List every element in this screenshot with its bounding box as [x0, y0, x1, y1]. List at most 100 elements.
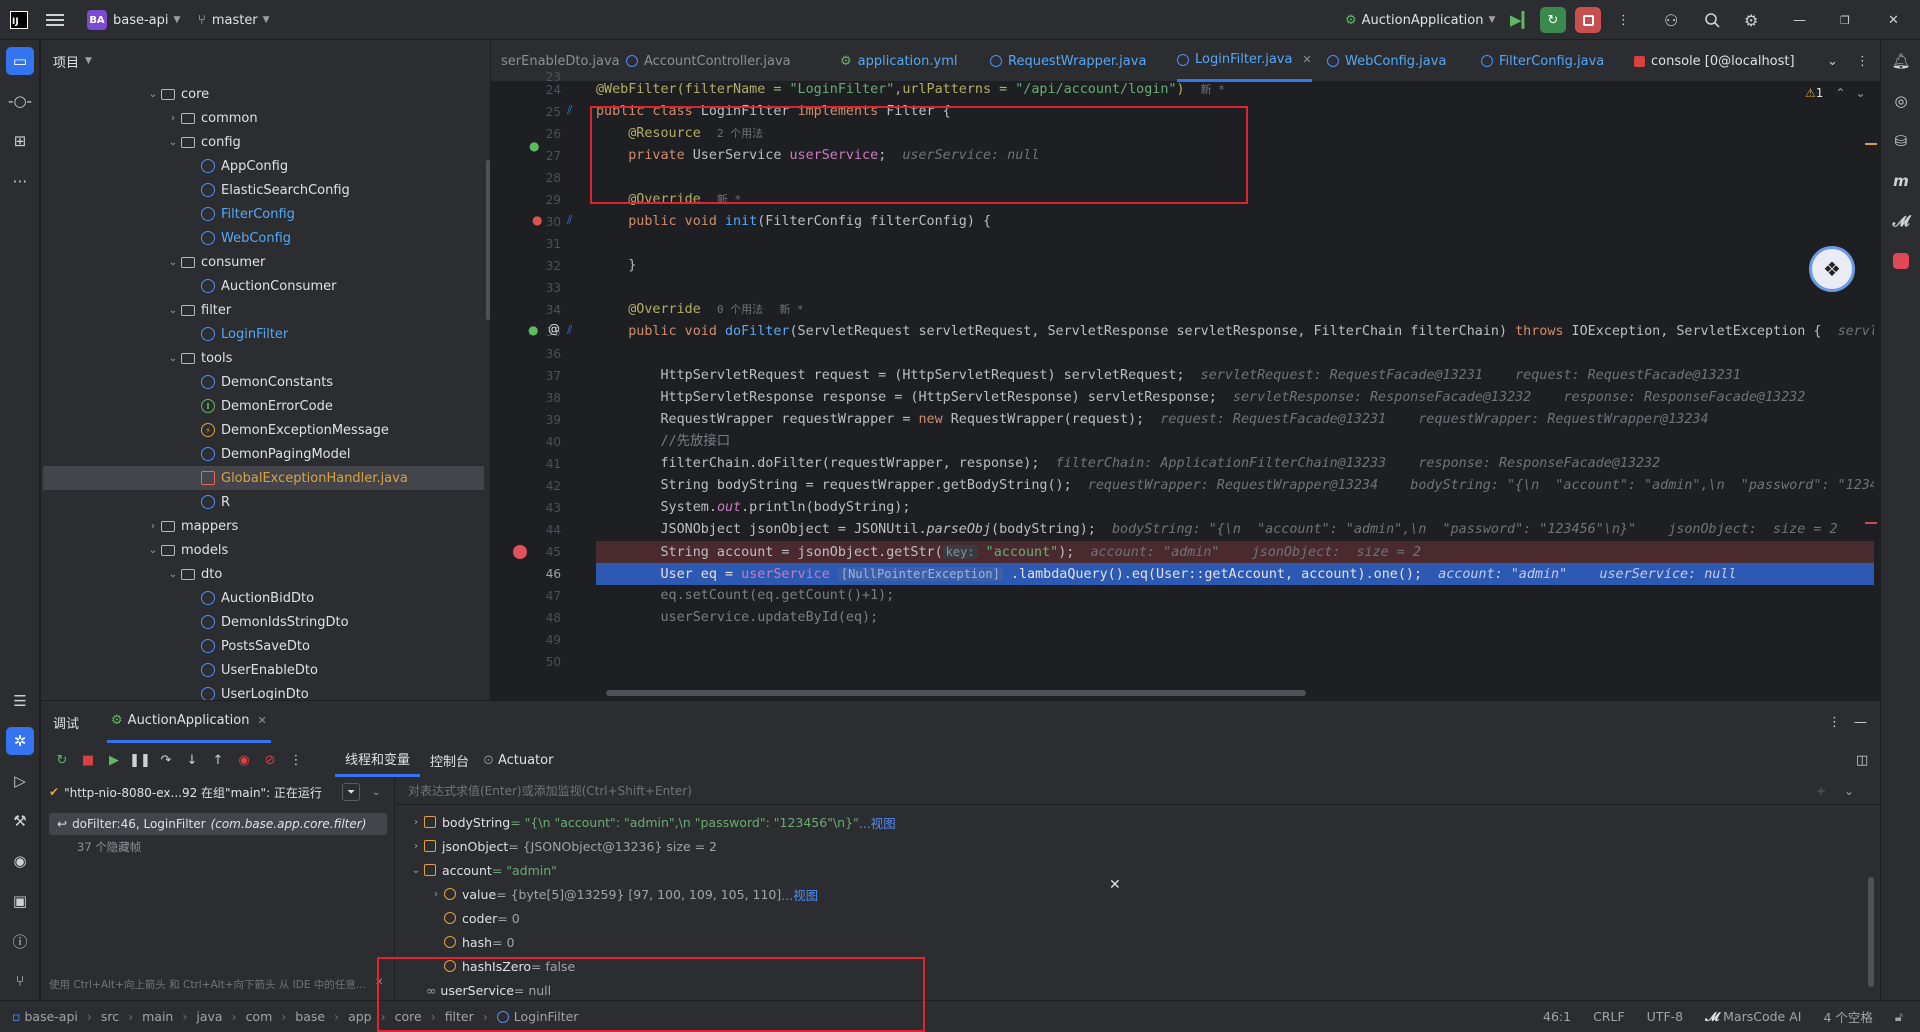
tree-file[interactable]: AuctionConsumer — [43, 274, 484, 298]
tree-file[interactable]: WebConfig — [43, 226, 484, 250]
close-popup-icon[interactable]: ✕ — [1109, 877, 1121, 893]
tabs-more-button[interactable]: ⋮ — [1856, 40, 1869, 82]
rerun-icon[interactable]: ↻ — [49, 747, 75, 773]
override-gutter-icon[interactable]: ● — [528, 323, 538, 337]
mute-breakpoints-icon[interactable]: ⊘ — [257, 747, 283, 773]
tree-folder[interactable]: ⌄ core — [43, 82, 484, 106]
annotation-gutter-icon[interactable]: @ — [548, 322, 560, 336]
inspections-widget[interactable]: ⚠1 ⌃ ⌄ — [1805, 86, 1866, 100]
close-tab-icon[interactable]: ✕ — [1302, 53, 1311, 66]
run-tool-button[interactable]: ▷ — [6, 767, 34, 795]
tab-actuator[interactable]: Actuator — [498, 753, 554, 768]
step-out-icon[interactable]: ↑ — [205, 747, 231, 773]
breakpoint-icon[interactable] — [513, 545, 527, 559]
breadcrumb-item[interactable]: app — [348, 1009, 372, 1024]
tab-loginfilter[interactable]: LoginFilter.java ✕ — [1177, 40, 1312, 82]
marscode-button[interactable]: 𝓜 — [1887, 207, 1915, 235]
file-encoding[interactable]: UTF-8 — [1647, 1009, 1683, 1024]
step-over-icon[interactable]: ↷ — [153, 747, 179, 773]
tree-file[interactable]: FilterConfig — [43, 202, 484, 226]
thread-selector[interactable]: ✔ "http-nio-8080-ex...92 在组"main": 正在运行 … — [49, 779, 395, 805]
chevron-down-icon[interactable]: ⌄ — [165, 353, 181, 364]
commit-tool-button[interactable]: -○- — [6, 87, 34, 115]
structure-tool-button[interactable]: ⊞ — [6, 127, 34, 155]
problems-tool-button[interactable]: ⓘ — [6, 927, 34, 955]
pause-icon[interactable]: ❚❚ — [127, 747, 153, 773]
database-tool-button[interactable]: ☰ — [6, 687, 34, 715]
tree-folder[interactable]: ⌄ dto — [43, 562, 484, 586]
more-vertical-icon[interactable]: ⋮ — [1828, 715, 1841, 730]
var-account-hash[interactable]: hash = 0 — [444, 930, 514, 954]
tab-console[interactable]: 控制台 — [420, 751, 479, 770]
tree-file[interactable]: R — [43, 490, 484, 514]
build-tool-button[interactable]: ⚒ — [6, 807, 34, 835]
breadcrumb-item[interactable]: main — [142, 1009, 173, 1024]
tree-file[interactable]: GlobalExceptionHandler.java — [43, 466, 484, 490]
breadcrumb-item[interactable]: com — [246, 1009, 273, 1024]
chevron-down-icon[interactable]: ⌄ — [1844, 784, 1854, 798]
project-selector[interactable]: BA base-api ▼ — [87, 0, 180, 40]
tab-console[interactable]: console [0@localhost] — [1634, 40, 1795, 82]
chevron-down-icon[interactable]: ⌄ — [145, 89, 161, 100]
settings-button[interactable]: ⚙ — [1744, 0, 1758, 40]
debug-tool-button[interactable]: ✲ — [6, 727, 34, 755]
tree-file[interactable]: I DemonErrorCode — [43, 394, 484, 418]
tree-scrollbar[interactable] — [486, 160, 490, 320]
breadcrumb-item[interactable]: java — [196, 1009, 222, 1024]
override-gutter-icon[interactable]: ● — [532, 213, 542, 227]
tree-folder[interactable]: › common — [43, 106, 484, 130]
filter-icon[interactable]: ⏷ — [342, 783, 361, 801]
main-menu-button[interactable] — [46, 0, 64, 40]
tab-auction-application[interactable]: ⚙ AuctionApplication ✕ — [107, 701, 271, 743]
hidden-frames-label[interactable]: 37 个隐藏帧 — [77, 839, 141, 855]
breadcrumb-item[interactable]: src — [101, 1009, 119, 1024]
chevron-down-icon[interactable]: ⌄ — [145, 545, 161, 556]
git-tool-button[interactable]: ⑂ — [6, 967, 34, 995]
chevron-down-icon[interactable]: ⌄ — [165, 305, 181, 316]
ai-assistant-float-icon[interactable]: ❖ — [1809, 246, 1855, 292]
resume-icon[interactable]: ▶ — [101, 747, 127, 773]
tree-folder[interactable]: ⌄ consumer — [43, 250, 484, 274]
var-account[interactable]: ⌄ account = "admin" — [408, 858, 557, 882]
add-watch-icon[interactable]: + — [1816, 784, 1826, 798]
line-separator[interactable]: CRLF — [1593, 1009, 1625, 1024]
minimize-button[interactable]: — — [1793, 0, 1806, 40]
services-tool-button[interactable]: ◉ — [6, 847, 34, 875]
chevron-down-icon[interactable]: ⌄ — [165, 137, 181, 148]
caret-position[interactable]: 46:1 — [1543, 1009, 1571, 1024]
tabs-dropdown-button[interactable]: ⌄ — [1827, 40, 1838, 82]
more-vertical-icon[interactable]: ⋮ — [283, 747, 309, 773]
code-with-me-button[interactable]: ⚇ — [1664, 0, 1678, 40]
var-account-coder[interactable]: coder = 0 — [444, 906, 520, 930]
search-everywhere-button[interactable] — [1704, 0, 1720, 40]
project-panel-header[interactable]: 项目 ▼ — [41, 40, 490, 82]
tree-file[interactable]: DemonConstants — [43, 370, 484, 394]
notifications-button[interactable]: 🔔︎ — [1887, 47, 1915, 75]
tree-folder[interactable]: ⌄ tools — [43, 346, 484, 370]
bean-gutter-icon[interactable]: ● — [529, 139, 539, 153]
chevron-down-icon[interactable]: ⌄ — [165, 257, 181, 268]
tab-threads-variables[interactable]: 线程和变量 — [335, 743, 421, 777]
marscode-status[interactable]: 𝓜 MarsCode AI — [1705, 1009, 1801, 1025]
chevron-down-icon[interactable]: ⌄ — [165, 569, 181, 580]
tree-file[interactable]: PostsSaveDto — [43, 634, 484, 658]
view-breakpoints-icon[interactable]: ◉ — [231, 747, 257, 773]
var-jsonobject[interactable]: › jsonObject = {JSONObject@13236} size = … — [408, 834, 717, 858]
tree-folder[interactable]: ⌄ filter — [43, 298, 484, 322]
rerun-debug-button[interactable]: ↻ — [1540, 0, 1566, 40]
tab-webconfig[interactable]: WebConfig.java — [1327, 40, 1446, 82]
chevron-right-icon[interactable]: › — [165, 113, 181, 124]
tree-file[interactable]: AuctionBidDto — [43, 586, 484, 610]
more-actions-button[interactable]: ⋮ — [1617, 0, 1630, 40]
evaluate-expression-input[interactable]: 对表达式求值(Enter)或添加监视(Ctrl+Shift+Enter) + ⌄ — [396, 777, 1880, 805]
variables-scrollbar[interactable] — [1868, 877, 1874, 987]
close-window-button[interactable]: ✕ — [1888, 0, 1899, 40]
tree-file[interactable]: UserEnableDto — [43, 658, 484, 682]
database-button[interactable]: ⛁ — [1887, 127, 1915, 155]
chevron-down-icon[interactable]: ⌄ — [1855, 86, 1865, 100]
tree-file[interactable]: AppConfig — [43, 154, 484, 178]
branch-selector[interactable]: ⑂ master ▼ — [198, 0, 270, 40]
plugin-button[interactable] — [1887, 247, 1915, 275]
tree-folder[interactable]: › mappers — [43, 514, 484, 538]
tab-requestwrapper[interactable]: RequestWrapper.java — [990, 40, 1146, 82]
